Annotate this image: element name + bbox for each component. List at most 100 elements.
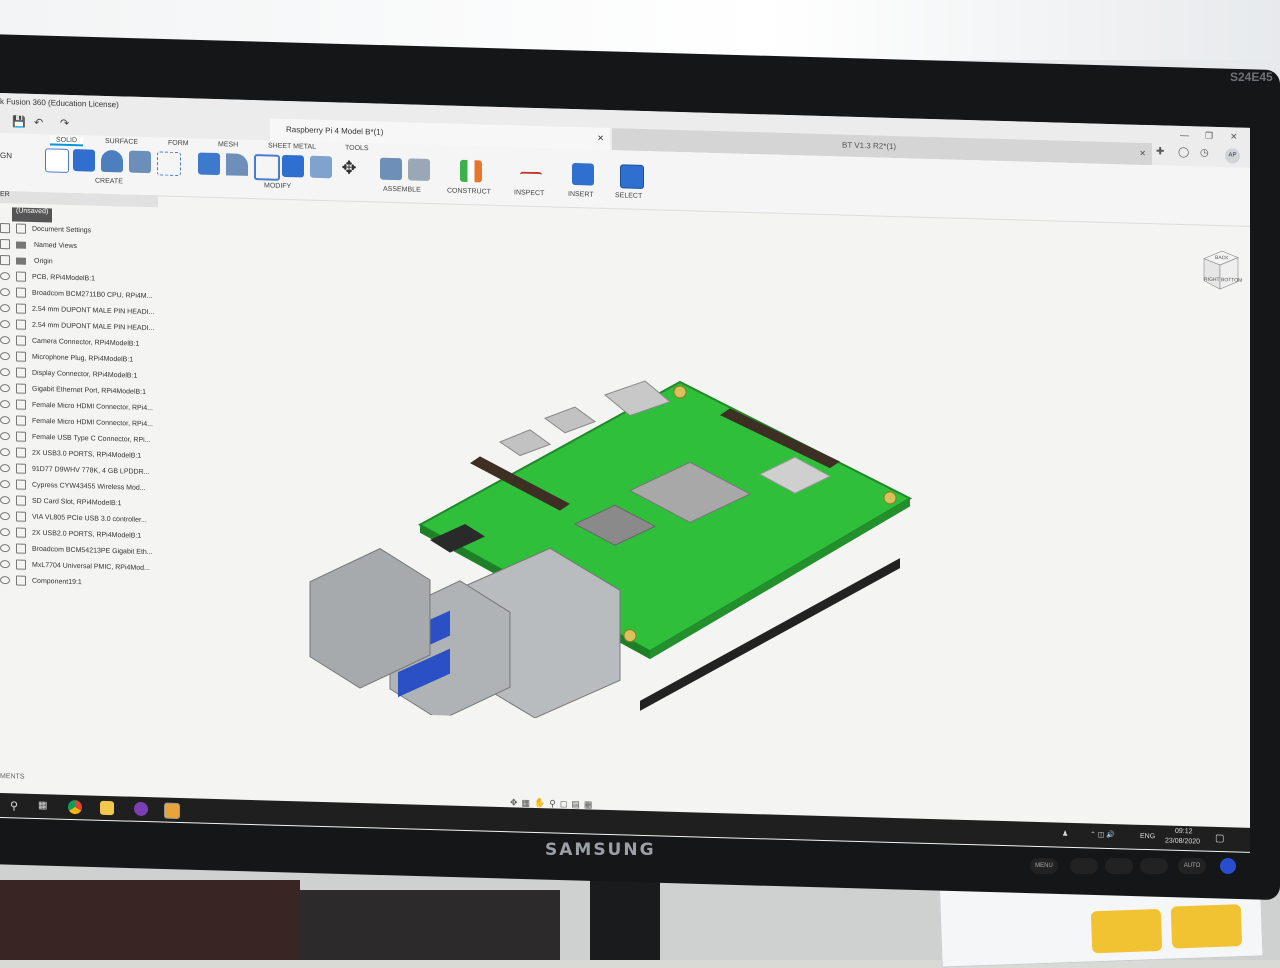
comments-panel[interactable]: MENTS	[0, 773, 25, 781]
monitor-auto-button[interactable]: AUTO	[1178, 858, 1206, 874]
visibility-icon[interactable]	[0, 368, 10, 377]
file-explorer-icon[interactable]	[100, 800, 114, 816]
group-inspect[interactable]: INSPECT	[514, 189, 544, 197]
notification-center-icon[interactable]: ▢	[1215, 833, 1224, 844]
close-icon[interactable]: ✕	[1230, 131, 1238, 142]
move-icon[interactable]: ✥	[338, 156, 360, 179]
minimize-icon[interactable]: —	[1180, 130, 1189, 140]
tab-form[interactable]: FORM	[168, 140, 189, 148]
browser-item[interactable]: Display Connector, RPi4ModelB:1	[0, 367, 137, 385]
save-icon[interactable]: 💾	[12, 115, 26, 128]
input-language[interactable]: ENG	[1140, 833, 1155, 840]
browser-item[interactable]: Female Micro HDMI Connector, RPi4...	[0, 399, 153, 417]
workspace-selector[interactable]: GN	[0, 151, 12, 160]
visibility-icon[interactable]	[0, 512, 10, 521]
browser-item[interactable]: 2X USB3.0 PORTS, RPi4ModelB:1	[0, 447, 141, 465]
browser-item[interactable]: 91D77 D9WHV 778K, 4 GB LPDDR...	[0, 463, 150, 481]
task-view-icon[interactable]: ▦	[38, 800, 47, 811]
create-sketch-icon[interactable]	[45, 148, 69, 173]
tab-tools[interactable]: TOOLS	[345, 145, 369, 153]
browser-item[interactable]: Cypress CYW43455 Wireless Mod...	[0, 479, 146, 497]
tab-solid[interactable]: SOLID	[50, 136, 84, 147]
root-component[interactable]: (Unsaved)	[12, 207, 53, 223]
press-pull-icon[interactable]	[198, 152, 220, 176]
browser-item[interactable]: Microphone Plug, RPi4ModelB:1	[0, 351, 133, 369]
tab-close-icon[interactable]: ✕	[597, 128, 604, 150]
new-tab-icon[interactable]: ✚	[1156, 146, 1164, 157]
fusion360-icon[interactable]	[164, 802, 180, 820]
chrome-icon[interactable]	[68, 799, 82, 815]
browser-item[interactable]: PCB, RPi4ModelB:1	[0, 271, 95, 288]
clock-date[interactable]: 23/08/2020	[1165, 838, 1200, 846]
browser-item[interactable]: SD Card Slot, RPi4ModelB:1	[0, 495, 121, 512]
display-settings-icon[interactable]: ▤	[571, 799, 584, 809]
monitor-power-button[interactable]	[1220, 858, 1236, 874]
tab-sheet-metal[interactable]: SHEET METAL	[268, 142, 316, 150]
fillet-icon[interactable]	[226, 153, 248, 176]
browser-item[interactable]: Broadcom BCM2711B0 CPU, RPi4M...	[0, 287, 152, 305]
monitor-source-button[interactable]	[1070, 858, 1098, 874]
visibility-icon[interactable]	[0, 432, 10, 441]
pattern-icon[interactable]	[157, 151, 181, 177]
monitor-menu-button[interactable]: MENU	[1030, 858, 1058, 874]
visibility-icon[interactable]	[0, 304, 10, 313]
maximize-icon[interactable]: ❐	[1205, 131, 1213, 142]
visibility-icon[interactable]	[0, 400, 10, 409]
tab-close-icon[interactable]: ✕	[1139, 143, 1146, 165]
browser-item[interactable]: Component19:1	[0, 575, 82, 591]
notifications-icon[interactable]: ◷	[1200, 148, 1209, 159]
settings-icon[interactable]	[0, 255, 10, 266]
job-status-icon[interactable]: ◯	[1178, 147, 1189, 158]
raspberry-pi-model[interactable]	[300, 351, 920, 728]
avatar[interactable]: AP	[1225, 148, 1240, 164]
browser-item[interactable]: MxL7704 Universal PMIC, RPi4Mod...	[0, 559, 150, 577]
select-icon[interactable]	[620, 164, 644, 189]
new-component-icon[interactable]	[380, 157, 402, 181]
settings-icon[interactable]	[0, 239, 10, 250]
browser-item[interactable]: 2X USB2.0 PORTS, RPi4ModelB:1	[0, 527, 141, 545]
group-select[interactable]: SELECT	[615, 192, 642, 200]
tab-surface[interactable]: SURFACE	[105, 138, 138, 146]
browser-item[interactable]: VIA VL805 PCIe USB 3.0 controller...	[0, 511, 147, 529]
visibility-icon[interactable]	[0, 416, 10, 425]
tab-mesh[interactable]: MESH	[218, 141, 238, 149]
undo-icon[interactable]: ↶	[34, 116, 43, 129]
extrude-icon[interactable]	[73, 149, 95, 172]
search-icon[interactable]: ⚲	[10, 799, 18, 812]
visibility-icon[interactable]	[0, 448, 10, 457]
clock-time[interactable]: 09:12	[1175, 828, 1193, 835]
shell-icon[interactable]	[254, 154, 280, 181]
browser-item[interactable]: Document Settings	[0, 223, 91, 240]
group-create[interactable]: CREATE	[95, 178, 123, 186]
browser-item[interactable]: Origin	[0, 255, 53, 270]
browser-item[interactable]: Female Micro HDMI Connector, RPi4...	[0, 415, 153, 433]
viewcube[interactable]	[1200, 247, 1240, 294]
browser-item[interactable]: Gigabit Ethernet Port, RPi4ModelB:1	[0, 383, 146, 401]
redo-icon[interactable]: ↷	[60, 117, 69, 130]
visibility-icon[interactable]	[0, 288, 10, 297]
visibility-icon[interactable]	[0, 480, 10, 489]
hole-icon[interactable]	[129, 150, 151, 174]
visibility-icon[interactable]	[0, 528, 10, 537]
people-icon[interactable]: ♟	[1062, 830, 1068, 838]
browser-item[interactable]: Broadcom BCM54213PE Gigabit Eth...	[0, 543, 153, 561]
tor-browser-icon[interactable]	[134, 801, 148, 817]
joint-icon[interactable]	[408, 158, 430, 182]
pan-icon[interactable]: ✋	[534, 798, 549, 808]
visibility-icon[interactable]	[0, 384, 10, 393]
grid-icon[interactable]: ▦	[584, 799, 597, 809]
browser-item[interactable]: 2.54 mm DUPONT MALE PIN HEADI...	[0, 303, 154, 321]
fit-icon[interactable]: ◻	[560, 799, 571, 809]
look-at-icon[interactable]: ▦	[522, 798, 535, 808]
monitor-input-button[interactable]	[1140, 858, 1168, 874]
visibility-icon[interactable]	[0, 576, 10, 585]
visibility-icon[interactable]	[0, 496, 10, 505]
visibility-icon[interactable]	[0, 320, 10, 329]
visibility-icon[interactable]	[0, 336, 10, 345]
offset-plane-icon[interactable]	[460, 159, 482, 183]
combine-icon[interactable]	[282, 154, 304, 178]
measure-icon[interactable]	[520, 171, 542, 185]
visibility-icon[interactable]	[0, 544, 10, 553]
visibility-icon[interactable]	[0, 464, 10, 473]
group-assemble[interactable]: ASSEMBLE	[383, 186, 421, 194]
